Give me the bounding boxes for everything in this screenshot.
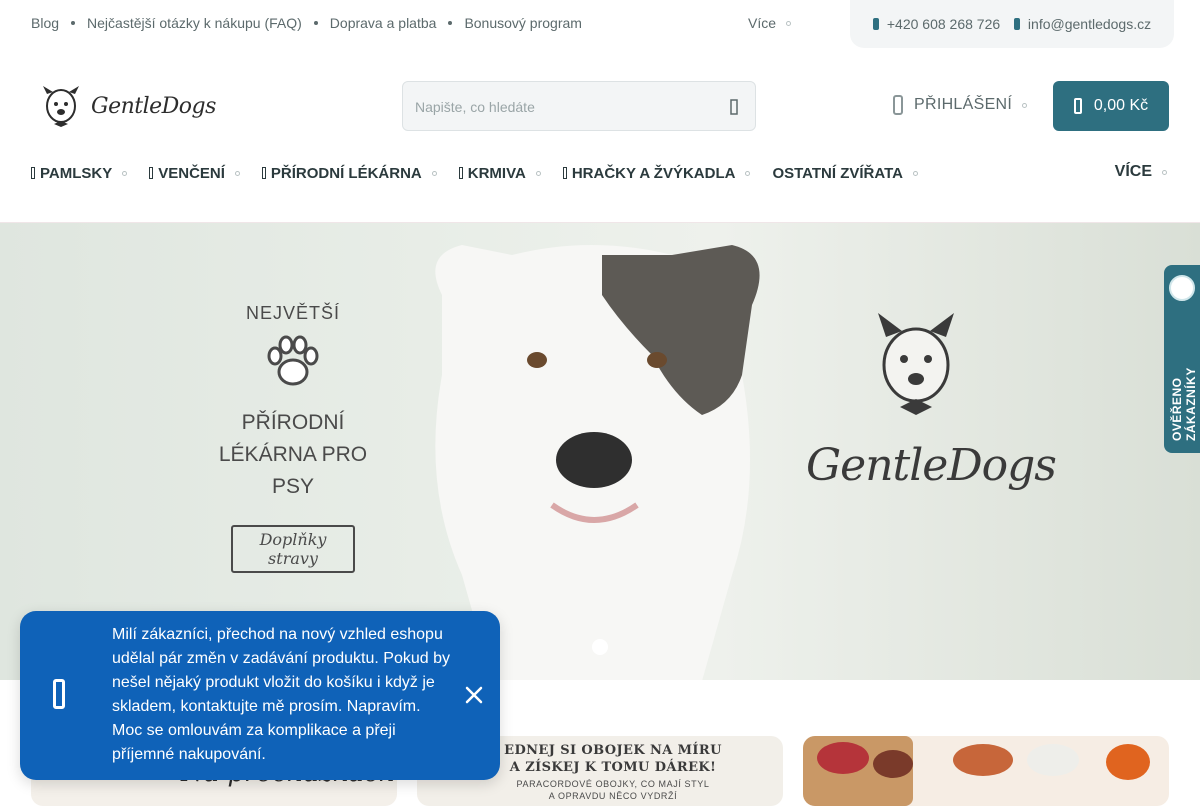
promo-card-subtitle: PARACORDOVÉ OBOJKY, CO MAJÍ STYL A OPRAV… bbox=[516, 779, 710, 801]
hero-right-block: GentleDogs bbox=[806, 303, 1057, 491]
nav-label: PAMLSKY bbox=[40, 164, 113, 182]
cart-button[interactable]: 0,00 Kč bbox=[1053, 81, 1169, 131]
nav-label: OSTATNÍ ZVÍŘATA bbox=[772, 164, 903, 182]
promo-card-title: EDNEJ SI OBOJEK NA MÍRU A ZÍSKEJ K TOMU … bbox=[504, 743, 722, 775]
hero-line2: LÉKÁRNA PRO PSY bbox=[218, 443, 368, 498]
top-more-label: Více bbox=[748, 15, 777, 31]
notice-popup: Milí zákazníci, přechod na nový vzhled e… bbox=[20, 611, 500, 780]
login-label: PŘIHLÁŠENÍ bbox=[914, 96, 1013, 113]
nav-more-label: VÍCE bbox=[1114, 163, 1152, 180]
top-link-faq[interactable]: Nejčastější otázky k nákupu (FAQ) bbox=[87, 15, 302, 31]
login-button[interactable]: PŘIHLÁŠENÍ bbox=[893, 95, 1028, 115]
chevron-down-icon bbox=[234, 170, 240, 176]
search-input[interactable] bbox=[415, 96, 705, 118]
hero-supplements-button[interactable]: Doplňky stravy bbox=[231, 525, 355, 573]
contact-box: +420 608 268 726 info@gentledogs.cz bbox=[850, 0, 1174, 48]
nav-more[interactable]: VÍCE bbox=[1115, 163, 1167, 181]
chevron-down-icon bbox=[913, 170, 918, 176]
category-icon bbox=[31, 167, 35, 179]
site-logo[interactable]: GentleDogs bbox=[37, 80, 216, 132]
logo-text: GentleDogs bbox=[91, 93, 216, 119]
paw-icon bbox=[267, 335, 319, 386]
category-icon bbox=[458, 167, 463, 179]
hero-line1: PŘÍRODNÍ bbox=[241, 411, 345, 434]
food-illustration bbox=[803, 736, 1150, 806]
nav-item-venceni[interactable]: VENČENÍ bbox=[149, 165, 240, 182]
user-icon bbox=[893, 95, 903, 115]
chevron-down-icon bbox=[745, 170, 751, 176]
nav-label: KRMIVA bbox=[467, 164, 526, 182]
chevron-down-icon bbox=[122, 170, 128, 176]
chevron-down-icon bbox=[1022, 102, 1028, 108]
category-icon bbox=[149, 167, 154, 179]
verified-seal-icon bbox=[1169, 275, 1195, 301]
verified-badge-text: OVĚŘENO ZÁKAZNÍKY bbox=[1170, 367, 1198, 441]
top-link-shipping[interactable]: Doprava a platba bbox=[330, 15, 437, 31]
nav-item-pamlsky[interactable]: PAMLSKY bbox=[31, 164, 128, 182]
separator-dot bbox=[313, 21, 318, 25]
nav-item-hracky[interactable]: HRAČKY A ŽVÝKADLA bbox=[562, 164, 751, 182]
contact-phone[interactable]: +420 608 268 726 bbox=[872, 16, 1001, 32]
nav-item-ostatni[interactable]: OSTATNÍ ZVÍŘATA bbox=[772, 165, 918, 182]
chevron-down-icon bbox=[431, 170, 437, 176]
separator-dot bbox=[71, 21, 76, 25]
separator-dot bbox=[448, 21, 453, 25]
hero-left-block: NEJVĚTŠÍ PŘÍRODNÍ LÉKÁRNA PRO PSY Doplňk… bbox=[200, 303, 386, 573]
search-box bbox=[402, 81, 756, 131]
dog-logo-icon bbox=[43, 86, 79, 127]
promo-card-food[interactable] bbox=[803, 736, 1169, 806]
top-links: Blog Nejčastější otázky k nákupu (FAQ) D… bbox=[31, 15, 582, 31]
nav-label: PŘÍRODNÍ LÉKÁRNA bbox=[270, 164, 422, 182]
contact-phone-text: +420 608 268 726 bbox=[886, 16, 1001, 32]
nav-item-krmiva[interactable]: KRMIVA bbox=[458, 164, 541, 182]
chevron-down-icon bbox=[1162, 169, 1167, 175]
nav-item-lekarna[interactable]: PŘÍRODNÍ LÉKÁRNA bbox=[261, 164, 437, 182]
chevron-down-icon bbox=[786, 20, 792, 26]
main-nav: PAMLSKY VENČENÍ PŘÍRODNÍ LÉKÁRNA KRMIVA … bbox=[31, 158, 1171, 188]
notice-text: Milí zákazníci, přechod na nový vzhled e… bbox=[112, 626, 450, 763]
top-link-bonus[interactable]: Bonusový program bbox=[464, 15, 582, 31]
phone-icon bbox=[872, 18, 879, 30]
cart-total: 0,00 Kč bbox=[1093, 97, 1149, 114]
top-bar: Blog Nejčastější otázky k nákupu (FAQ) D… bbox=[0, 0, 1200, 48]
contact-email[interactable]: info@gentledogs.cz bbox=[1013, 16, 1152, 32]
dog-logo-icon bbox=[878, 313, 954, 415]
category-icon bbox=[562, 167, 567, 179]
top-more-menu[interactable]: Více bbox=[748, 15, 792, 31]
mail-icon bbox=[1013, 18, 1020, 30]
cart-icon bbox=[1073, 98, 1082, 114]
info-icon bbox=[53, 679, 65, 709]
slider-dot[interactable] bbox=[592, 639, 608, 655]
hero-brand-text: GentleDogs bbox=[806, 440, 1057, 491]
close-icon[interactable] bbox=[464, 685, 484, 705]
chevron-down-icon bbox=[535, 170, 541, 176]
contact-email-text: info@gentledogs.cz bbox=[1027, 16, 1152, 32]
hero-small-title: NEJVĚTŠÍ bbox=[245, 303, 341, 323]
top-link-blog[interactable]: Blog bbox=[31, 15, 59, 31]
search-icon[interactable] bbox=[725, 98, 743, 116]
verified-customers-badge[interactable]: OVĚŘENO ZÁKAZNÍKY bbox=[1164, 265, 1200, 453]
nav-label: HRAČKY A ŽVÝKADLA bbox=[571, 164, 736, 182]
category-icon bbox=[261, 167, 266, 179]
nav-label: VENČENÍ bbox=[158, 164, 225, 182]
